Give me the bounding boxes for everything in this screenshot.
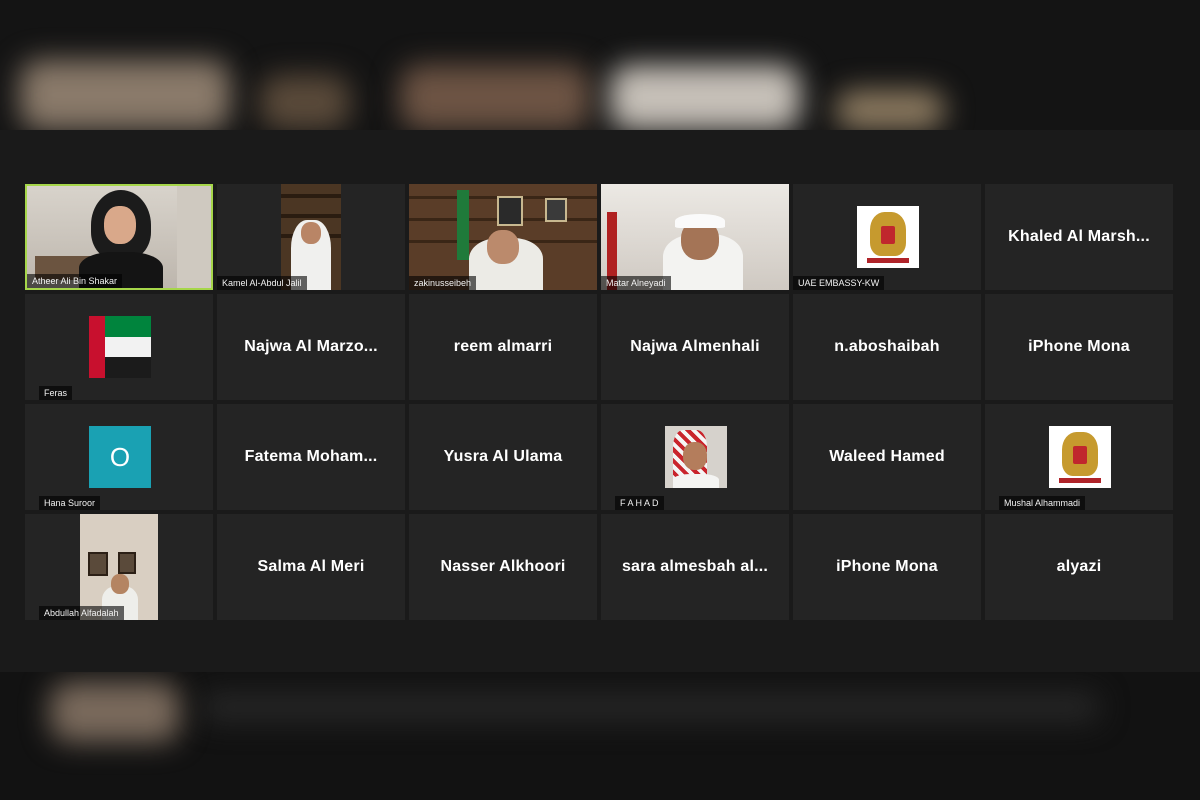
video-feed bbox=[27, 186, 211, 288]
blurred-background-bottom bbox=[0, 672, 1200, 800]
participant-tile[interactable]: n.aboshaibah bbox=[793, 294, 981, 400]
participant-tile[interactable]: UAE EMBASSY-KW bbox=[793, 184, 981, 290]
participant-name: Najwa Almenhali bbox=[630, 338, 760, 355]
profile-picture bbox=[857, 206, 919, 268]
participant-name-label: F A H A D bbox=[615, 496, 664, 510]
participant-tile[interactable]: Waleed Hamed bbox=[793, 404, 981, 510]
participant-tile[interactable]: alyazi bbox=[985, 514, 1173, 620]
participant-name-label: UAE EMBASSY-KW bbox=[793, 276, 885, 290]
participant-name: Waleed Hamed bbox=[829, 448, 945, 465]
participant-name: iPhone Mona bbox=[836, 558, 938, 575]
participant-name: n.aboshaibah bbox=[834, 338, 940, 355]
participant-tile[interactable]: Fatema Moham... bbox=[217, 404, 405, 510]
avatar: O bbox=[89, 426, 151, 488]
participant-name: Najwa Al Marzo... bbox=[244, 338, 378, 355]
participant-tile[interactable]: reem almarri bbox=[409, 294, 597, 400]
participant-name-label: Mushal Alhammadi bbox=[999, 496, 1086, 510]
profile-picture bbox=[80, 514, 158, 620]
participant-name: Khaled Al Marsh... bbox=[1008, 228, 1150, 245]
participant-tile[interactable]: Salma Al Meri bbox=[217, 514, 405, 620]
participant-name: alyazi bbox=[1056, 558, 1102, 575]
participant-tile[interactable]: Khaled Al Marsh... bbox=[985, 184, 1173, 290]
participant-tile[interactable]: Nasser Alkhoori bbox=[409, 514, 597, 620]
uae-flag-icon bbox=[89, 316, 105, 378]
video-feed bbox=[409, 184, 597, 290]
participant-tile[interactable]: Matar Alneyadi bbox=[601, 184, 789, 290]
participant-tile[interactable]: Yusra Al Ulama bbox=[409, 404, 597, 510]
participant-name-label: zakinusseibeh bbox=[409, 276, 477, 290]
participant-tile[interactable]: iPhone Mona bbox=[985, 294, 1173, 400]
participant-tile[interactable]: Najwa Almenhali bbox=[601, 294, 789, 400]
participant-tile[interactable]: zakinusseibeh bbox=[409, 184, 597, 290]
participant-name: sara almesbah al... bbox=[621, 558, 769, 575]
participant-name: iPhone Mona bbox=[1028, 338, 1130, 355]
participant-name: Yusra Al Ulama bbox=[443, 448, 563, 465]
participant-name: Fatema Moham... bbox=[244, 448, 378, 465]
participant-name: Nasser Alkhoori bbox=[440, 558, 566, 575]
video-feed bbox=[601, 184, 789, 290]
profile-picture bbox=[665, 426, 727, 488]
participant-tile[interactable]: Mushal Alhammadi bbox=[985, 404, 1173, 510]
participant-name-label: Hana Suroor bbox=[39, 496, 101, 510]
participant-tile[interactable]: F A H A D bbox=[601, 404, 789, 510]
participant-tile[interactable]: Abdullah Alfadalah bbox=[25, 514, 213, 620]
participant-tile[interactable]: Atheer Ali Bin Shakar bbox=[25, 184, 213, 290]
participant-tile[interactable]: O Hana Suroor bbox=[25, 404, 213, 510]
profile-picture bbox=[1049, 426, 1111, 488]
participant-tile[interactable]: Najwa Al Marzo... bbox=[217, 294, 405, 400]
participant-name: reem almarri bbox=[453, 338, 553, 355]
participant-tile[interactable]: Feras bbox=[25, 294, 213, 400]
participant-tile[interactable]: iPhone Mona bbox=[793, 514, 981, 620]
meeting-window: Atheer Ali Bin Shakar Kamel Al-Abdul Jal… bbox=[0, 130, 1200, 672]
blurred-background-top bbox=[0, 0, 1200, 130]
participant-name-label: Abdullah Alfadalah bbox=[39, 606, 124, 620]
profile-picture bbox=[89, 316, 151, 378]
participant-name-label: Atheer Ali Bin Shakar bbox=[27, 274, 123, 288]
participant-tile[interactable]: sara almesbah al... bbox=[601, 514, 789, 620]
participant-name-label: Feras bbox=[39, 386, 73, 400]
participant-gallery: Atheer Ali Bin Shakar Kamel Al-Abdul Jal… bbox=[25, 184, 1173, 620]
participant-name-label: Matar Alneyadi bbox=[601, 276, 671, 290]
participant-name: Salma Al Meri bbox=[257, 558, 365, 575]
participant-tile[interactable]: Kamel Al-Abdul Jalil bbox=[217, 184, 405, 290]
participant-name-label: Kamel Al-Abdul Jalil bbox=[217, 276, 307, 290]
video-feed bbox=[281, 184, 341, 290]
